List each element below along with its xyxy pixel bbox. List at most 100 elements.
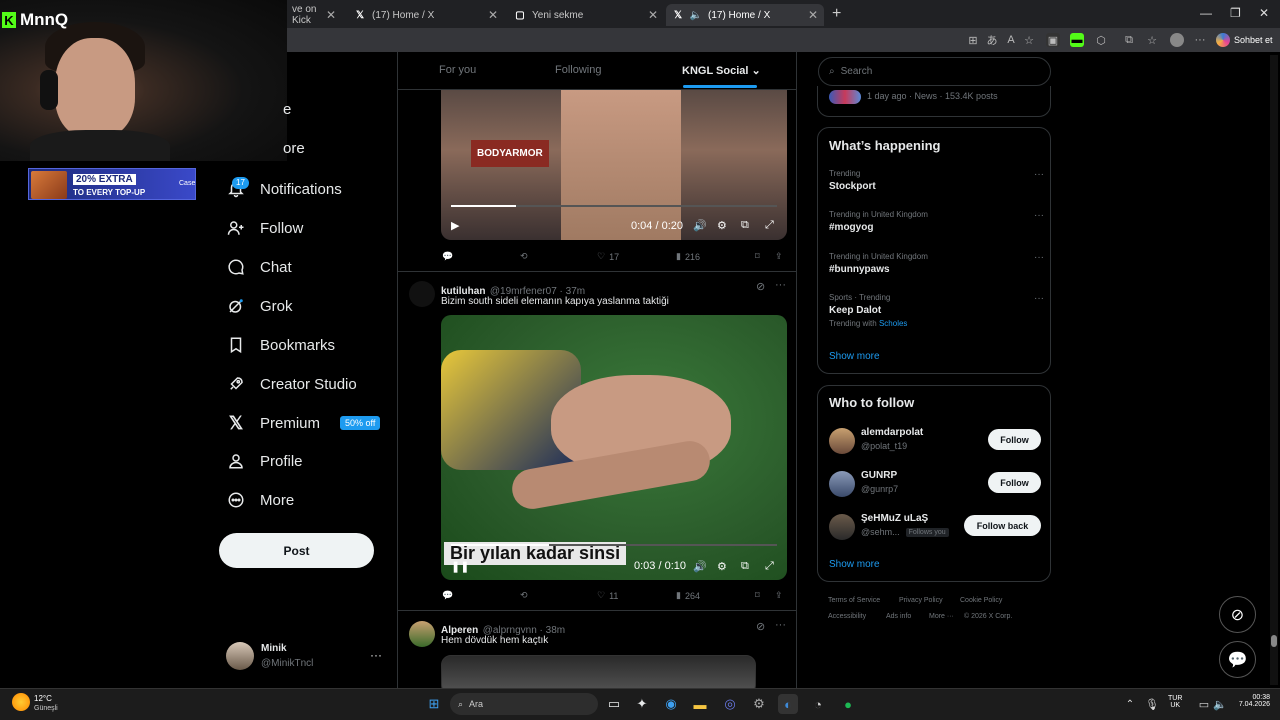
spotify-icon[interactable]: ● <box>838 694 858 714</box>
app-icon[interactable]: ◔ <box>808 694 828 714</box>
reply-icon[interactable]: 💬 <box>442 590 453 601</box>
close-icon[interactable]: ✕ <box>1259 6 1269 20</box>
chat-fab-icon[interactable]: 💬 <box>1219 641 1256 678</box>
account-menu-icon[interactable]: ··· <box>370 648 382 662</box>
pip-icon[interactable]: ⧉ <box>741 560 749 573</box>
settings-icon[interactable]: ⚙ <box>749 694 769 714</box>
footer-link[interactable]: Cookie Policy <box>960 597 1002 604</box>
close-icon[interactable]: ✕ <box>488 8 498 22</box>
profile-avatar-icon[interactable] <box>1170 33 1184 47</box>
account-name[interactable]: GUNRP <box>861 470 897 481</box>
restore-icon[interactable]: ❐ <box>1230 6 1241 20</box>
bookmark-icon[interactable]: ⌑ <box>755 251 760 262</box>
read-aloud-icon[interactable]: A <box>1004 33 1018 47</box>
browser-tab[interactable]: ve on Kick ✕ <box>286 4 342 26</box>
close-icon[interactable]: ✕ <box>326 8 336 22</box>
fullscreen-icon[interactable]: ⤢ <box>765 219 774 232</box>
file-explorer-icon[interactable]: ▬ <box>690 694 710 714</box>
nav-creator-studio[interactable]: Creator Studio <box>226 374 357 394</box>
follow-button[interactable]: Follow <box>988 472 1041 493</box>
app-grid-icon[interactable]: ⊞ <box>966 33 980 47</box>
search-input[interactable]: ⌕ Search <box>818 57 1051 86</box>
bookmark-icon[interactable]: ⌑ <box>755 590 760 601</box>
avatar[interactable] <box>829 428 855 454</box>
nav-grok[interactable]: Grok <box>226 296 293 316</box>
more-icon[interactable]: ··· <box>775 619 786 631</box>
like-button[interactable]: ♡ 11 <box>597 590 618 601</box>
grok-fab-icon[interactable]: ⊘ <box>1219 596 1256 633</box>
settings-icon[interactable]: ⚙ <box>717 219 727 232</box>
account-name[interactable]: alemdarpolat <box>861 427 923 438</box>
tweet-time[interactable]: 38m <box>546 625 565 636</box>
footer-link[interactable]: Ads info <box>886 613 911 620</box>
tweet-video[interactable]: Bir yılan kadar sinsi <box>441 315 787 580</box>
kick-extension-icon[interactable]: ▬ <box>1070 33 1084 47</box>
follow-button[interactable]: Follow <box>988 429 1041 450</box>
tweet-image[interactable] <box>441 655 756 688</box>
tab-following[interactable]: Following <box>555 64 601 76</box>
tweet-video[interactable]: BODYARMOR <box>441 90 787 240</box>
more-icon[interactable]: ··· <box>1034 210 1044 221</box>
browser-tab-active[interactable]: 𝕏 🔈 (17) Home / X ✕ <box>666 4 824 26</box>
tray-chevron-icon[interactable]: ⌃ <box>1120 694 1140 714</box>
browser-tab[interactable]: ▢ Yeni sekme ✕ <box>508 4 664 26</box>
views-button[interactable]: ▮ 216 <box>676 251 700 262</box>
volume-icon[interactable]: 🔊 <box>693 219 707 232</box>
copilot-icon[interactable]: ✦ <box>632 694 652 714</box>
grok-icon[interactable]: ⊘ <box>756 620 765 633</box>
menu-dots-icon[interactable]: ··· <box>1193 33 1207 47</box>
fullscreen-icon[interactable]: ⤢ <box>765 560 774 573</box>
avatar[interactable] <box>829 471 855 497</box>
more-icon[interactable]: ··· <box>775 279 786 291</box>
translate-icon[interactable]: あ <box>985 33 999 47</box>
more-icon[interactable]: ··· <box>1034 293 1044 304</box>
weather-icon[interactable] <box>12 693 30 711</box>
share-icon[interactable]: ⇪ <box>775 590 783 601</box>
play-icon[interactable]: ▶ <box>451 219 459 232</box>
tab-kngl-social[interactable]: KNGL Social ⌄ <box>682 64 761 77</box>
windows-start-icon[interactable]: ⊞ <box>424 694 444 714</box>
nav-more[interactable]: More <box>226 490 294 510</box>
minimize-icon[interactable]: — <box>1200 6 1212 20</box>
trend-item[interactable]: Trending in United Kingdom #mogyog ··· <box>829 210 1044 233</box>
collections-icon[interactable]: ☆ <box>1145 33 1159 47</box>
footer-link[interactable]: Privacy Policy <box>899 597 943 604</box>
tab-for-you[interactable]: For you <box>439 64 476 76</box>
retweet-icon[interactable]: ⟲ <box>520 251 528 262</box>
retweet-icon[interactable]: ⟲ <box>520 590 528 601</box>
trend-item[interactable]: Trending in United Kingdom #bunnypaws ··· <box>829 252 1044 275</box>
views-button[interactable]: ▮ 264 <box>676 590 700 601</box>
steam-icon[interactable]: ◐ <box>778 694 798 714</box>
trend-link[interactable]: Scholes <box>879 319 907 328</box>
more-icon[interactable]: ··· <box>1034 252 1044 263</box>
nav-chat[interactable]: Chat <box>226 257 292 277</box>
account-name[interactable]: ŞeHMuZ uLaŞ <box>861 513 928 524</box>
extension-icon[interactable]: ▣ <box>1046 33 1060 47</box>
news-card[interactable]: 1 day ago · News · 153.4K posts <box>817 86 1051 117</box>
footer-link[interactable]: More ··· <box>929 613 954 620</box>
footer-link[interactable]: Accessibility <box>828 613 866 620</box>
more-icon[interactable]: ··· <box>1034 169 1044 180</box>
scrollbar[interactable] <box>1270 55 1278 685</box>
browser-tab[interactable]: 𝕏 (17) Home / X ✕ <box>348 4 504 26</box>
reply-icon[interactable]: 💬 <box>442 251 453 262</box>
close-icon[interactable]: ✕ <box>648 8 658 22</box>
follow-back-button[interactable]: Follow back <box>964 515 1041 536</box>
volume-icon[interactable]: 🔊 <box>693 560 707 573</box>
grok-icon[interactable]: ⊘ <box>756 280 765 293</box>
discord-icon[interactable]: ◎ <box>720 694 740 714</box>
avatar[interactable] <box>829 514 855 540</box>
nav-profile[interactable]: Profile <box>226 451 303 471</box>
trend-item[interactable]: Trending Stockport ··· <box>829 169 1044 192</box>
show-more-link[interactable]: Show more <box>829 559 880 570</box>
close-icon[interactable]: ✕ <box>808 8 818 22</box>
nav-follow[interactable]: Follow <box>226 218 303 238</box>
settings-icon[interactable]: ⚙ <box>717 560 727 573</box>
account-avatar[interactable] <box>226 642 254 670</box>
speaker-icon[interactable]: 🔈 <box>690 9 702 21</box>
language-indicator[interactable]: TUR UK <box>1168 695 1182 709</box>
trend-item[interactable]: Sports · Trending Keep Dalot Trending with… <box>829 293 1044 328</box>
copilot-chat-button[interactable]: Sohbet et <box>1216 31 1273 49</box>
avatar[interactable] <box>409 621 435 647</box>
show-more-link[interactable]: Show more <box>829 351 880 362</box>
